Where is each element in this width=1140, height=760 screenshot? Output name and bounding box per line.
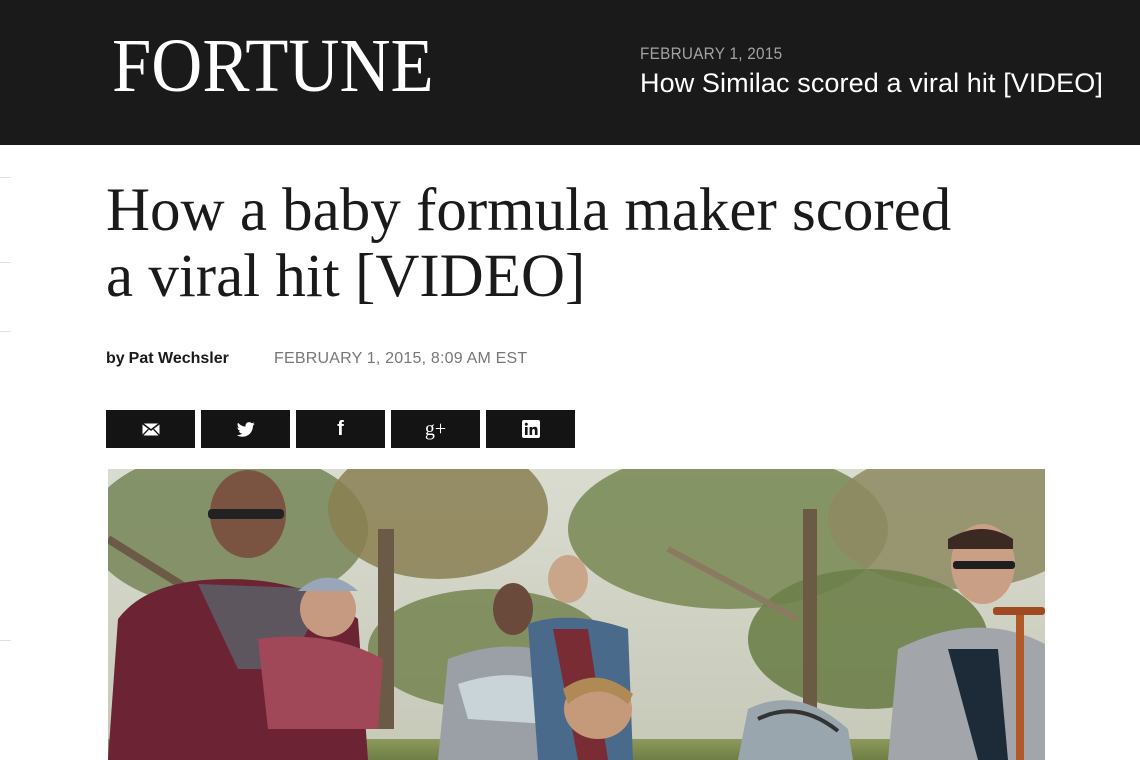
fortune-logo[interactable]: FORTUNE: [112, 28, 434, 104]
twitter-icon: [236, 421, 255, 437]
latest-story[interactable]: FEBRUARY 1, 2015 How Similac scored a vi…: [640, 44, 1140, 99]
sidebar-divider: [0, 262, 11, 263]
sidebar-divider: [0, 331, 11, 332]
share-linkedin-button[interactable]: [486, 410, 575, 448]
share-facebook-button[interactable]: f: [296, 410, 385, 448]
hero-image: [108, 469, 1045, 760]
google-plus-icon: g+: [424, 418, 447, 440]
byline: by Pat Wechsler: [106, 350, 229, 368]
headline-line-1: How a baby formula maker scored: [106, 177, 952, 244]
author-link[interactable]: Pat Wechsler: [129, 350, 229, 367]
share-bar: f g+: [106, 410, 575, 448]
share-email-button[interactable]: [106, 410, 195, 448]
latest-story-title[interactable]: How Similac scored a viral hit [VIDEO]: [640, 68, 1140, 99]
masthead: FORTUNE FEBRUARY 1, 2015 How Similac sco…: [0, 0, 1140, 145]
byline-prefix: by: [106, 350, 125, 367]
hero-video-still[interactable]: [108, 469, 1045, 760]
latest-story-date: FEBRUARY 1, 2015: [640, 44, 783, 63]
sidebar-divider: [0, 177, 11, 178]
facebook-icon: f: [337, 418, 344, 440]
article-headline: How a baby formula maker scored a viral …: [106, 178, 1106, 310]
linkedin-icon: [521, 420, 540, 438]
publish-date: FEBRUARY 1, 2015, 8:09 AM EST: [274, 350, 528, 367]
share-google-plus-button[interactable]: g+: [391, 410, 480, 448]
sidebar-divider: [0, 640, 11, 641]
email-icon: [141, 422, 160, 436]
headline-line-2: a viral hit [VIDEO]: [106, 243, 586, 310]
share-twitter-button[interactable]: [201, 410, 290, 448]
